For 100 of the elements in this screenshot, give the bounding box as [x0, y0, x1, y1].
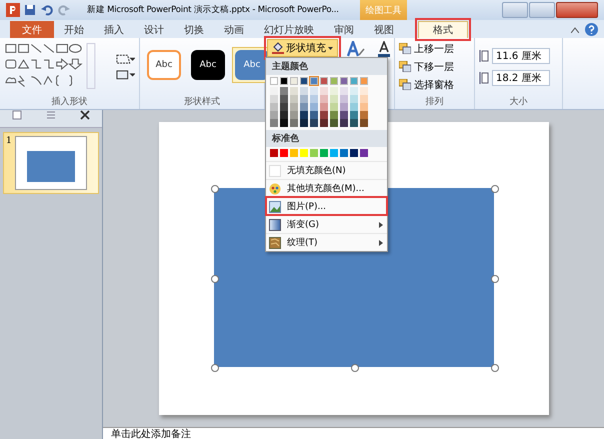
color-swatch[interactable]	[300, 77, 308, 85]
redo-icon[interactable]	[58, 4, 70, 16]
ribbon-tab[interactable]: 文件	[10, 21, 54, 38]
ribbon-tab[interactable]: 插入	[94, 21, 134, 38]
resize-handle[interactable]	[490, 364, 498, 372]
notes-field[interactable]: 单击此处添加备注	[103, 427, 604, 439]
color-swatch[interactable]	[280, 87, 288, 95]
text-fill-icon[interactable]	[377, 41, 393, 57]
color-swatch[interactable]	[340, 103, 348, 111]
color-swatch[interactable]	[320, 95, 328, 103]
color-swatch[interactable]	[360, 87, 368, 95]
minimize-button[interactable]	[502, 2, 528, 18]
color-swatch[interactable]	[350, 119, 358, 127]
ribbon-tab[interactable]: 切换	[174, 21, 214, 38]
color-swatch[interactable]	[310, 103, 318, 111]
color-swatch[interactable]	[290, 111, 298, 119]
color-swatch[interactable]	[270, 149, 278, 157]
color-swatch[interactable]	[360, 103, 368, 111]
color-swatch[interactable]	[310, 111, 318, 119]
help-icon[interactable]	[585, 23, 598, 36]
color-swatch[interactable]	[330, 119, 338, 127]
color-swatch[interactable]	[320, 77, 328, 85]
color-swatch[interactable]	[300, 103, 308, 111]
menu-item[interactable]: 其他填充颜色(M)...	[266, 179, 387, 197]
ribbon-tab[interactable]: 视图	[364, 21, 404, 38]
color-swatch[interactable]	[300, 95, 308, 103]
color-swatch[interactable]	[270, 103, 278, 111]
menu-item[interactable]: 渐变(G)	[266, 215, 387, 233]
color-swatch[interactable]	[320, 87, 328, 95]
menu-item[interactable]: 无填充颜色(N)	[266, 161, 387, 179]
color-swatch[interactable]	[360, 111, 368, 119]
color-swatch[interactable]	[280, 77, 288, 85]
color-swatch[interactable]	[360, 119, 368, 127]
color-swatch[interactable]	[310, 119, 318, 127]
color-swatch[interactable]	[270, 119, 278, 127]
arrange-button[interactable]: 选择窗格	[414, 78, 454, 92]
color-swatch[interactable]	[310, 149, 318, 157]
color-swatch[interactable]	[340, 111, 348, 119]
color-swatch[interactable]	[290, 95, 298, 103]
resize-handle[interactable]	[490, 185, 498, 193]
color-swatch[interactable]	[340, 77, 348, 85]
color-swatch[interactable]	[350, 149, 358, 157]
color-swatch[interactable]	[270, 77, 278, 85]
size-field[interactable]: 18.2 厘米	[492, 70, 550, 86]
color-swatch[interactable]	[350, 77, 358, 85]
color-swatch[interactable]	[350, 95, 358, 103]
color-swatch[interactable]	[320, 149, 328, 157]
text-style-icon[interactable]	[347, 41, 365, 57]
color-swatch[interactable]	[330, 87, 338, 95]
ribbon-tab[interactable]: 开始	[54, 21, 94, 38]
arrange-button[interactable]: 上移一层	[414, 42, 454, 56]
color-swatch[interactable]	[270, 87, 278, 95]
color-swatch[interactable]	[360, 77, 368, 85]
arrange-button[interactable]: 下移一层	[414, 60, 454, 74]
color-swatch[interactable]	[280, 119, 288, 127]
undo-icon[interactable]	[41, 4, 53, 16]
slide-thumbnail[interactable]	[14, 136, 87, 190]
color-swatch[interactable]	[350, 87, 358, 95]
menu-item[interactable]: 图片(P)...	[266, 197, 387, 215]
color-swatch[interactable]	[320, 119, 328, 127]
color-swatch[interactable]	[280, 95, 288, 103]
color-swatch[interactable]	[330, 103, 338, 111]
slide-thumbnail-row[interactable]: 1	[3, 132, 99, 194]
color-swatch[interactable]	[310, 87, 318, 95]
color-swatch[interactable]	[300, 111, 308, 119]
color-swatch[interactable]	[280, 149, 288, 157]
color-swatch[interactable]	[270, 95, 278, 103]
ribbon-tab[interactable]: 动画	[214, 21, 254, 38]
collapse-icon[interactable]	[571, 26, 579, 32]
color-swatch[interactable]	[300, 119, 308, 127]
color-swatch[interactable]	[340, 149, 348, 157]
menu-item[interactable]: 纹理(T)	[266, 233, 387, 251]
color-swatch[interactable]	[340, 87, 348, 95]
color-swatch[interactable]	[360, 149, 368, 157]
shape-style-option[interactable]: Abc	[191, 50, 225, 80]
color-swatch[interactable]	[330, 111, 338, 119]
color-swatch[interactable]	[300, 149, 308, 157]
ribbon-tab[interactable]: 审阅	[324, 21, 364, 38]
color-swatch[interactable]	[350, 111, 358, 119]
color-swatch[interactable]	[360, 95, 368, 103]
resize-handle[interactable]	[210, 185, 218, 193]
color-swatch[interactable]	[290, 87, 298, 95]
close-button[interactable]	[556, 2, 598, 18]
color-swatch[interactable]	[300, 87, 308, 95]
shape-fill-button[interactable]: 形状填充	[267, 39, 338, 57]
color-swatch[interactable]	[290, 149, 298, 157]
color-swatch[interactable]	[310, 95, 318, 103]
color-swatch[interactable]	[330, 95, 338, 103]
ribbon-tab[interactable]: 设计	[134, 21, 174, 38]
save-icon[interactable]	[24, 4, 36, 16]
ribbon-tab[interactable]: 幻灯片放映	[254, 21, 324, 38]
size-field[interactable]: 11.6 厘米	[492, 48, 550, 64]
ribbon-tab[interactable]: 格式	[418, 21, 468, 38]
color-swatch[interactable]	[270, 111, 278, 119]
color-swatch[interactable]	[320, 103, 328, 111]
resize-handle[interactable]	[210, 274, 218, 282]
color-swatch[interactable]	[340, 119, 348, 127]
color-swatch[interactable]	[350, 103, 358, 111]
color-swatch[interactable]	[320, 111, 328, 119]
color-swatch[interactable]	[280, 103, 288, 111]
